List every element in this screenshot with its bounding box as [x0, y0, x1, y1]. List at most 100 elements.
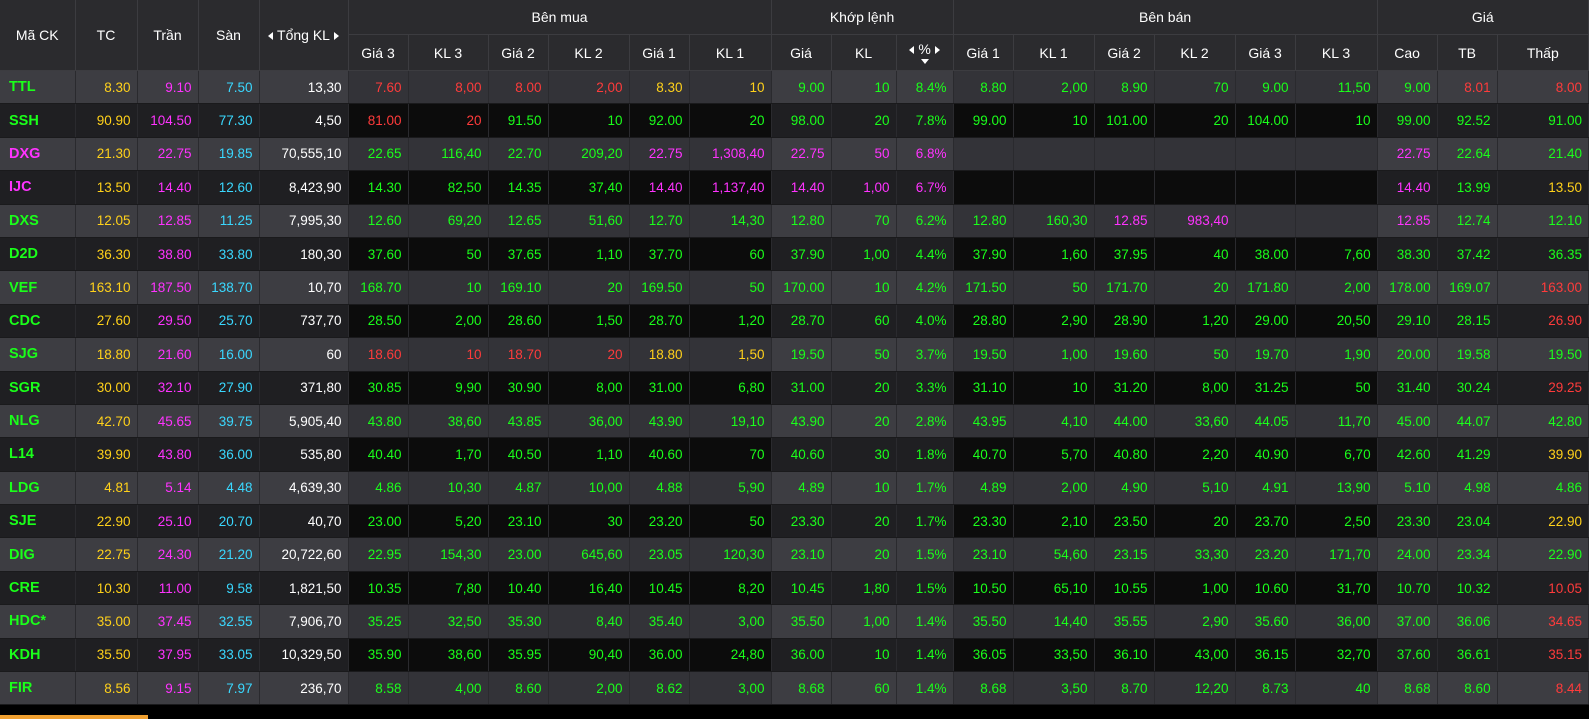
- table-row[interactable]: SJG 18.80 21.60 16.00 60 18.60 10 18.70 20 18.80 1…: [0, 337, 1589, 372]
- symbol-cell[interactable]: CDC: [0, 304, 76, 339]
- floor-price-cell: 39.75: [198, 404, 260, 439]
- buy-price2-cell: 169.10: [488, 270, 549, 305]
- table-row[interactable]: KDH 35.50 37.95 33.05 10,329,50 35.90 38,60 35.…: [0, 638, 1589, 673]
- col-header-reference[interactable]: TC: [75, 0, 138, 71]
- col-header-buy-price1[interactable]: Giá 1: [629, 34, 690, 71]
- col-header-buy-price2[interactable]: Giá 2: [488, 34, 549, 71]
- col-header-floor[interactable]: Sàn: [198, 0, 260, 71]
- match-pct-cell: 6.7%: [896, 170, 954, 205]
- sell-vol3-cell: [1295, 137, 1378, 172]
- buy-price1-cell: 28.70: [629, 304, 690, 339]
- col-header-sell-vol1[interactable]: KL 1: [1013, 34, 1095, 71]
- symbol-cell[interactable]: LDG: [0, 471, 76, 506]
- col-header-sell-vol2[interactable]: KL 2: [1154, 34, 1236, 71]
- symbol-cell[interactable]: CRE: [0, 571, 76, 606]
- buy-price1-cell: 14.40: [629, 170, 690, 205]
- buy-vol3-cell: 50: [408, 237, 489, 272]
- average-price-cell: 28.15: [1437, 304, 1498, 339]
- symbol-cell[interactable]: D2D: [0, 237, 76, 272]
- table-row[interactable]: FIR 8.56 9.15 7.97 236,70 8.58 4,00 8.60 2,00 8.6…: [0, 671, 1589, 706]
- table-row[interactable]: SSH 90.90 104.50 77.30 4,50 81.00 20 91.50 10 92.…: [0, 103, 1589, 138]
- ceiling-price-cell: 11.00: [137, 571, 199, 606]
- sell-price3-cell: 4.91: [1235, 471, 1296, 506]
- sort-down-icon[interactable]: [920, 59, 929, 64]
- symbol-cell[interactable]: KDH: [0, 638, 76, 673]
- table-row[interactable]: DXS 12.05 12.85 11.25 7,995,30 12.60 69,20 12.6…: [0, 204, 1589, 238]
- symbol-cell[interactable]: IJC: [0, 170, 76, 205]
- symbol-cell[interactable]: FIR: [0, 671, 76, 706]
- col-header-sell-price3[interactable]: Giá 3: [1235, 34, 1296, 71]
- low-price-cell: 39.90: [1497, 437, 1589, 472]
- symbol-cell[interactable]: DXS: [0, 204, 76, 238]
- col-header-sell-vol3[interactable]: KL 3: [1295, 34, 1378, 71]
- buy-vol3-cell: 4,00: [408, 671, 489, 706]
- average-price-cell: 92.52: [1437, 103, 1498, 138]
- col-header-sell-price2[interactable]: Giá 2: [1094, 34, 1155, 71]
- col-header-buy-vol1[interactable]: KL 1: [689, 34, 772, 71]
- table-row[interactable]: CRE 10.30 11.00 9.58 1,821,50 10.35 7,80 10.40 1…: [0, 571, 1589, 606]
- col-header-high[interactable]: Cao: [1377, 34, 1438, 71]
- total-volume-cell: 40,70: [259, 504, 349, 539]
- col-header-match-pct[interactable]: %: [896, 34, 954, 71]
- table-row[interactable]: D2D 36.30 38.80 33.80 180,30 37.60 50 37.65 1,10…: [0, 237, 1589, 272]
- match-price-cell: 43.90: [771, 404, 832, 439]
- symbol-cell[interactable]: DXG: [0, 137, 76, 172]
- col-header-match-vol[interactable]: KL: [831, 34, 897, 71]
- col-header-sell-price1[interactable]: Giá 1: [953, 34, 1014, 71]
- table-row[interactable]: DIG 22.75 24.30 21.20 20,722,60 22.95 154,30 23…: [0, 537, 1589, 572]
- table-row[interactable]: NLG 42.70 45.65 39.75 5,905,40 43.80 38,60 43.8…: [0, 404, 1589, 439]
- low-price-cell: 21.40: [1497, 137, 1589, 172]
- sell-price3-cell: 9.00: [1235, 70, 1296, 105]
- col-header-average[interactable]: TB: [1437, 34, 1498, 71]
- table-row[interactable]: LDG 4.81 5.14 4.48 4,639,30 4.86 10,30 4.87 10,0…: [0, 471, 1589, 506]
- table-row[interactable]: HDC* 35.00 37.45 32.55 7,906,70 35.25 32,50 35.…: [0, 604, 1589, 639]
- symbol-cell[interactable]: SJE: [0, 504, 76, 539]
- match-price-cell: 23.10: [771, 537, 832, 572]
- caret-right-icon[interactable]: [333, 32, 339, 41]
- col-header-total-volume[interactable]: Tổng KL: [259, 0, 349, 71]
- symbol-cell[interactable]: TTL: [0, 70, 76, 105]
- match-vol-cell: 20: [831, 404, 897, 439]
- symbol-cell[interactable]: SJG: [0, 337, 76, 372]
- table-row[interactable]: TTL 8.30 9.10 7.50 13,30 7.60 8,00 8.00 2,00 8.30…: [0, 70, 1589, 105]
- table-row[interactable]: L14 39.90 43.80 36.00 535,80 40.40 1,70 40.50 1,…: [0, 437, 1589, 472]
- symbol-cell[interactable]: DIG: [0, 537, 76, 572]
- buy-vol3-cell: 38,60: [408, 404, 489, 439]
- table-row[interactable]: CDC 27.60 29.50 25.70 737,70 28.50 2,00 28.60 1,…: [0, 304, 1589, 339]
- symbol-cell[interactable]: VEF: [0, 270, 76, 305]
- sell-vol1-cell: 10: [1013, 103, 1095, 138]
- col-header-symbol[interactable]: Mã CK: [0, 0, 76, 71]
- col-header-match-price[interactable]: Giá: [771, 34, 832, 71]
- buy-price2-cell: 10.40: [488, 571, 549, 606]
- caret-right-icon[interactable]: [934, 46, 940, 55]
- table-row[interactable]: VEF 163.10 187.50 138.70 10,70 168.70 10 169.10…: [0, 270, 1589, 305]
- symbol-cell[interactable]: SGR: [0, 371, 76, 405]
- caret-left-icon[interactable]: [909, 46, 915, 55]
- table-row[interactable]: SGR 30.00 32.10 27.90 371,80 30.85 9,90 30.90 8,…: [0, 371, 1589, 405]
- horizontal-scrollbar-thumb[interactable]: [0, 715, 148, 719]
- col-header-low[interactable]: Thấp: [1497, 34, 1589, 71]
- sell-vol1-cell: 2,10: [1013, 504, 1095, 539]
- sell-vol3-cell: 40: [1295, 671, 1378, 706]
- buy-price2-cell: 35.30: [488, 604, 549, 639]
- caret-left-icon[interactable]: [268, 32, 274, 41]
- col-header-buy-vol2[interactable]: KL 2: [548, 34, 630, 71]
- sell-price3-cell: [1235, 170, 1296, 205]
- buy-price2-cell: 12.65: [488, 204, 549, 238]
- table-row[interactable]: IJC 13.50 14.40 12.60 8,423,90 14.30 82,50 14.3…: [0, 170, 1589, 205]
- buy-vol2-cell: 10,00: [548, 471, 630, 506]
- col-header-buy-vol3[interactable]: KL 3: [408, 34, 489, 71]
- col-header-buy-price3[interactable]: Giá 3: [348, 34, 409, 71]
- table-row[interactable]: DXG 21.30 22.75 19.85 70,555,10 22.65 116,40 22…: [0, 137, 1589, 172]
- symbol-cell[interactable]: L14: [0, 437, 76, 472]
- buy-vol3-cell: 10,30: [408, 471, 489, 506]
- sell-price1-cell: [953, 170, 1014, 205]
- col-header-ceiling[interactable]: Trần: [137, 0, 199, 71]
- symbol-cell[interactable]: HDC*: [0, 604, 76, 639]
- total-volume-cell: 7,906,70: [259, 604, 349, 639]
- symbol-cell[interactable]: NLG: [0, 404, 76, 439]
- low-price-cell: 8.44: [1497, 671, 1589, 706]
- table-row[interactable]: SJE 22.90 25.10 20.70 40,70 23.00 5,20 23.10 30 2…: [0, 504, 1589, 539]
- low-price-cell: 22.90: [1497, 537, 1589, 572]
- symbol-cell[interactable]: SSH: [0, 103, 76, 138]
